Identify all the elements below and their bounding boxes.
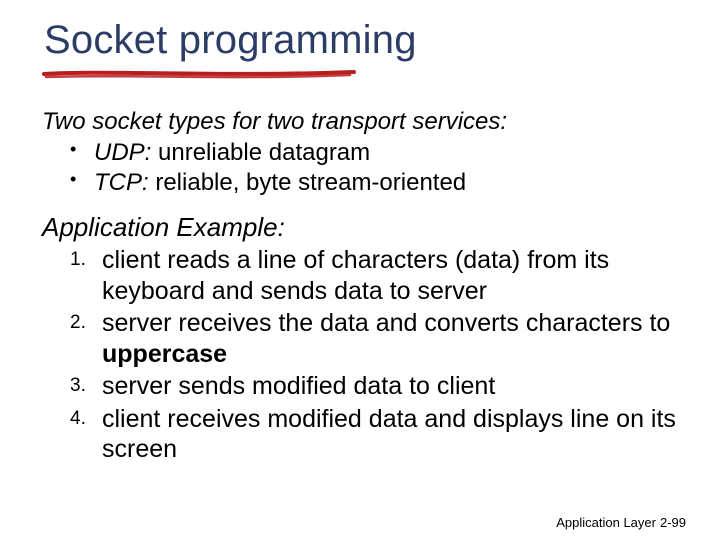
slide: Socket programming Two socket types for … [0, 0, 720, 540]
intro-line: Two socket types for two transport servi… [42, 108, 678, 136]
step-text: server receives the data and converts ch… [102, 309, 670, 337]
step-2: server receives the data and converts ch… [70, 308, 678, 369]
bullet-label: UDP: [94, 139, 151, 166]
slide-title: Socket programming [44, 18, 678, 63]
slide-footer: Application Layer 2-99 [556, 515, 686, 530]
footer-page: 2-99 [660, 515, 686, 530]
step-bold: uppercase [102, 340, 227, 368]
step-1: client reads a line of characters (data)… [70, 245, 678, 306]
transport-bullets: UDP: unreliable datagram TCP: reliable, … [66, 138, 678, 198]
bullet-text: unreliable datagram [151, 139, 370, 166]
step-3: server sends modified data to client [70, 371, 678, 402]
step-text: server sends modified data to client [102, 372, 495, 400]
bullet-text: reliable, byte stream-oriented [149, 169, 466, 196]
bullet-label: TCP: [94, 169, 149, 196]
title-underline [42, 67, 362, 81]
example-steps: client reads a line of characters (data)… [70, 245, 678, 465]
bullet-udp: UDP: unreliable datagram [66, 138, 678, 168]
step-4: client receives modified data and displa… [70, 404, 678, 465]
bullet-tcp: TCP: reliable, byte stream-oriented [66, 168, 678, 198]
example-heading: Application Example: [42, 212, 678, 243]
step-text: client reads a line of characters (data)… [102, 246, 609, 305]
step-text: client receives modified data and displa… [102, 405, 676, 464]
footer-section: Application Layer [556, 515, 656, 530]
